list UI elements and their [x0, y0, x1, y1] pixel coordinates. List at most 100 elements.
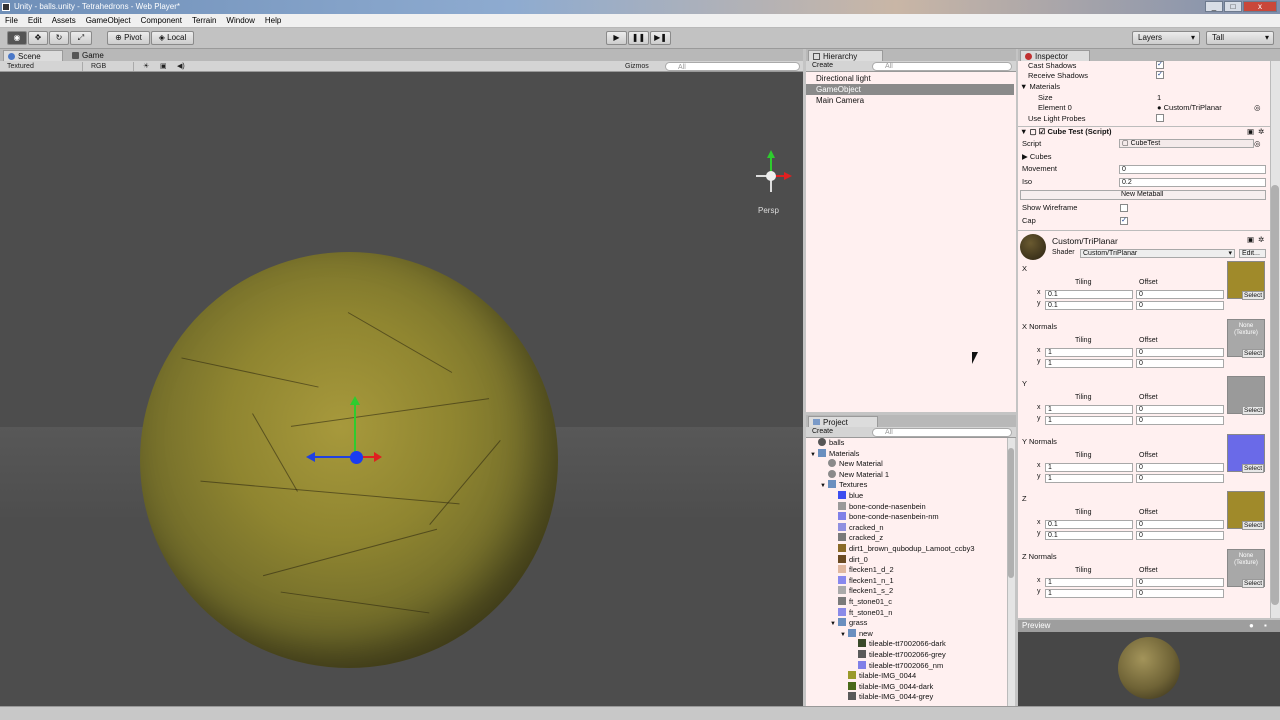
texture-select-button[interactable]: Select: [1242, 406, 1265, 415]
foldout-arrow-icon[interactable]: ▼: [820, 481, 828, 492]
script-picker-icon[interactable]: ◎: [1254, 139, 1261, 149]
tiling-x-input[interactable]: 0.1: [1045, 290, 1133, 299]
move-gizmo-y-arrow[interactable]: [350, 396, 360, 405]
offset-x-input[interactable]: 0: [1136, 348, 1224, 357]
component-gear-icon[interactable]: ✲: [1258, 127, 1264, 137]
rotate-tool-icon[interactable]: ↻: [49, 31, 69, 45]
offset-y-input[interactable]: 0: [1136, 531, 1224, 540]
menu-assets[interactable]: Assets: [47, 14, 81, 28]
maximize-button[interactable]: □: [1224, 1, 1242, 12]
project-item[interactable]: flecken1_n_1: [830, 575, 894, 587]
project-item[interactable]: ▼ Textures: [820, 480, 867, 491]
color-mode-dropdown[interactable]: RGB: [91, 62, 134, 71]
tiling-x-input[interactable]: 1: [1045, 405, 1133, 414]
layout-dropdown[interactable]: Tall ▾: [1206, 31, 1274, 45]
project-item[interactable]: tilable-IMG_0044-dark: [840, 681, 933, 693]
material-preview[interactable]: [1018, 632, 1280, 706]
project-item[interactable]: New Material 1: [820, 469, 889, 481]
preview-header[interactable]: Preview ● ▪: [1018, 620, 1280, 632]
project-search-input[interactable]: All: [872, 428, 1012, 437]
texture-select-button[interactable]: Select: [1242, 349, 1265, 358]
preview-settings-icon[interactable]: ▪: [1264, 621, 1267, 630]
tab-game[interactable]: Game: [68, 50, 128, 61]
foldout-arrow-icon[interactable]: ▼: [810, 450, 818, 461]
hierarchy-item[interactable]: GameObject: [806, 84, 1014, 95]
cubes-foldout[interactable]: ▶ Cubes: [1022, 152, 1052, 162]
lighting-toggle-icon[interactable]: ☀: [143, 62, 149, 71]
project-create-dropdown[interactable]: Create: [812, 428, 833, 435]
script-field[interactable]: ▢ CubeTest: [1119, 139, 1254, 148]
preview-lighting-icon[interactable]: ●: [1249, 621, 1254, 630]
component-help-icon[interactable]: ▣: [1247, 127, 1254, 137]
texture-select-button[interactable]: Select: [1242, 291, 1265, 300]
tiling-x-input[interactable]: 0.1: [1045, 520, 1133, 529]
shader-dropdown[interactable]: Custom/TriPlanar ▾: [1080, 249, 1235, 258]
project-item[interactable]: tileable-tt7002066-dark: [850, 639, 946, 650]
project-item[interactable]: dirt_0: [830, 554, 868, 566]
project-item[interactable]: balls: [810, 438, 844, 449]
menu-gameobject[interactable]: GameObject: [81, 14, 136, 28]
pause-button[interactable]: ❚❚: [628, 31, 649, 45]
local-toggle[interactable]: ◈ Local: [151, 31, 194, 45]
tiling-x-input[interactable]: 1: [1045, 578, 1133, 587]
texture-select-button[interactable]: Select: [1242, 521, 1265, 530]
size-value[interactable]: 1: [1157, 93, 1161, 103]
offset-y-input[interactable]: 0: [1136, 589, 1224, 598]
offset-x-input[interactable]: 0: [1136, 290, 1224, 299]
project-item[interactable]: tileable-tt7002066-grey: [850, 650, 946, 661]
element0-field[interactable]: ● Custom/TriPlanar: [1157, 103, 1222, 113]
audio-toggle-icon[interactable]: ◀): [177, 62, 185, 71]
project-item[interactable]: ▼ new: [840, 628, 873, 641]
step-button[interactable]: ▶❚: [650, 31, 671, 45]
new-metaball-button[interactable]: New Metaball: [1020, 190, 1266, 200]
cast-shadows-checkbox[interactable]: ✓: [1156, 61, 1164, 69]
tiling-x-input[interactable]: 1: [1045, 463, 1133, 472]
menu-window[interactable]: Window: [221, 14, 259, 28]
project-item[interactable]: ▼ Materials: [810, 448, 859, 461]
project-scroll-thumb[interactable]: [1008, 448, 1014, 578]
receive-shadows-checkbox[interactable]: ✓: [1156, 71, 1164, 79]
foldout-arrow-icon[interactable]: ▼: [830, 619, 838, 630]
cap-checkbox[interactable]: ✓: [1120, 217, 1128, 225]
project-item[interactable]: bone-conde-nasenbein-nm: [830, 512, 939, 523]
materials-foldout[interactable]: ▼ Materials: [1020, 82, 1060, 92]
material-gear-icon[interactable]: ✲: [1258, 235, 1264, 245]
project-item[interactable]: cracked_z: [830, 533, 883, 544]
close-button[interactable]: x: [1243, 1, 1277, 12]
movement-input[interactable]: 0: [1119, 165, 1266, 174]
scene-viewport[interactable]: Persp: [0, 72, 803, 706]
hierarchy-create-dropdown[interactable]: Create: [812, 62, 833, 69]
move-gizmo-x-arrow[interactable]: [374, 452, 382, 462]
move-gizmo-y-axis[interactable]: [354, 404, 356, 458]
hierarchy-search-input[interactable]: All: [872, 62, 1012, 71]
project-item[interactable]: dirt1_brown_qubodup_Lamoot_ccby3: [830, 544, 975, 555]
tiling-y-input[interactable]: 1: [1045, 359, 1133, 368]
scene-orientation-gizmo[interactable]: [748, 148, 794, 198]
hierarchy-item[interactable]: Main Camera: [806, 95, 1014, 106]
project-item[interactable]: ▼ grass: [830, 618, 867, 629]
offset-x-input[interactable]: 0: [1136, 463, 1224, 472]
move-gizmo-center[interactable]: [350, 451, 363, 464]
project-item[interactable]: flecken1_s_2: [830, 586, 893, 597]
tab-project[interactable]: Project: [808, 416, 878, 427]
hierarchy-item[interactable]: Directional light: [806, 73, 1014, 84]
project-item[interactable]: New Material: [820, 459, 883, 470]
use-light-probes-checkbox[interactable]: [1156, 114, 1164, 122]
pivot-toggle[interactable]: ⊕ Pivot: [107, 31, 150, 45]
play-button[interactable]: ▶: [606, 31, 627, 45]
menu-terrain[interactable]: Terrain: [187, 14, 221, 28]
tiling-y-input[interactable]: 1: [1045, 589, 1133, 598]
foldout-arrow-icon[interactable]: ▼: [840, 630, 848, 641]
project-item[interactable]: cracked_n: [830, 522, 884, 534]
offset-y-input[interactable]: 0: [1136, 301, 1224, 310]
show-wireframe-checkbox[interactable]: [1120, 204, 1128, 212]
project-item[interactable]: blue: [830, 491, 863, 502]
layers-dropdown[interactable]: Layers ▾: [1132, 31, 1200, 45]
offset-x-input[interactable]: 0: [1136, 520, 1224, 529]
project-item[interactable]: ft_stone01_n: [830, 607, 892, 619]
project-item[interactable]: tilable-IMG_0044-grey: [840, 692, 933, 703]
minimize-button[interactable]: _: [1205, 1, 1223, 12]
tiling-y-input[interactable]: 0.1: [1045, 301, 1133, 310]
texture-select-button[interactable]: Select: [1242, 464, 1265, 473]
offset-y-input[interactable]: 0: [1136, 416, 1224, 425]
